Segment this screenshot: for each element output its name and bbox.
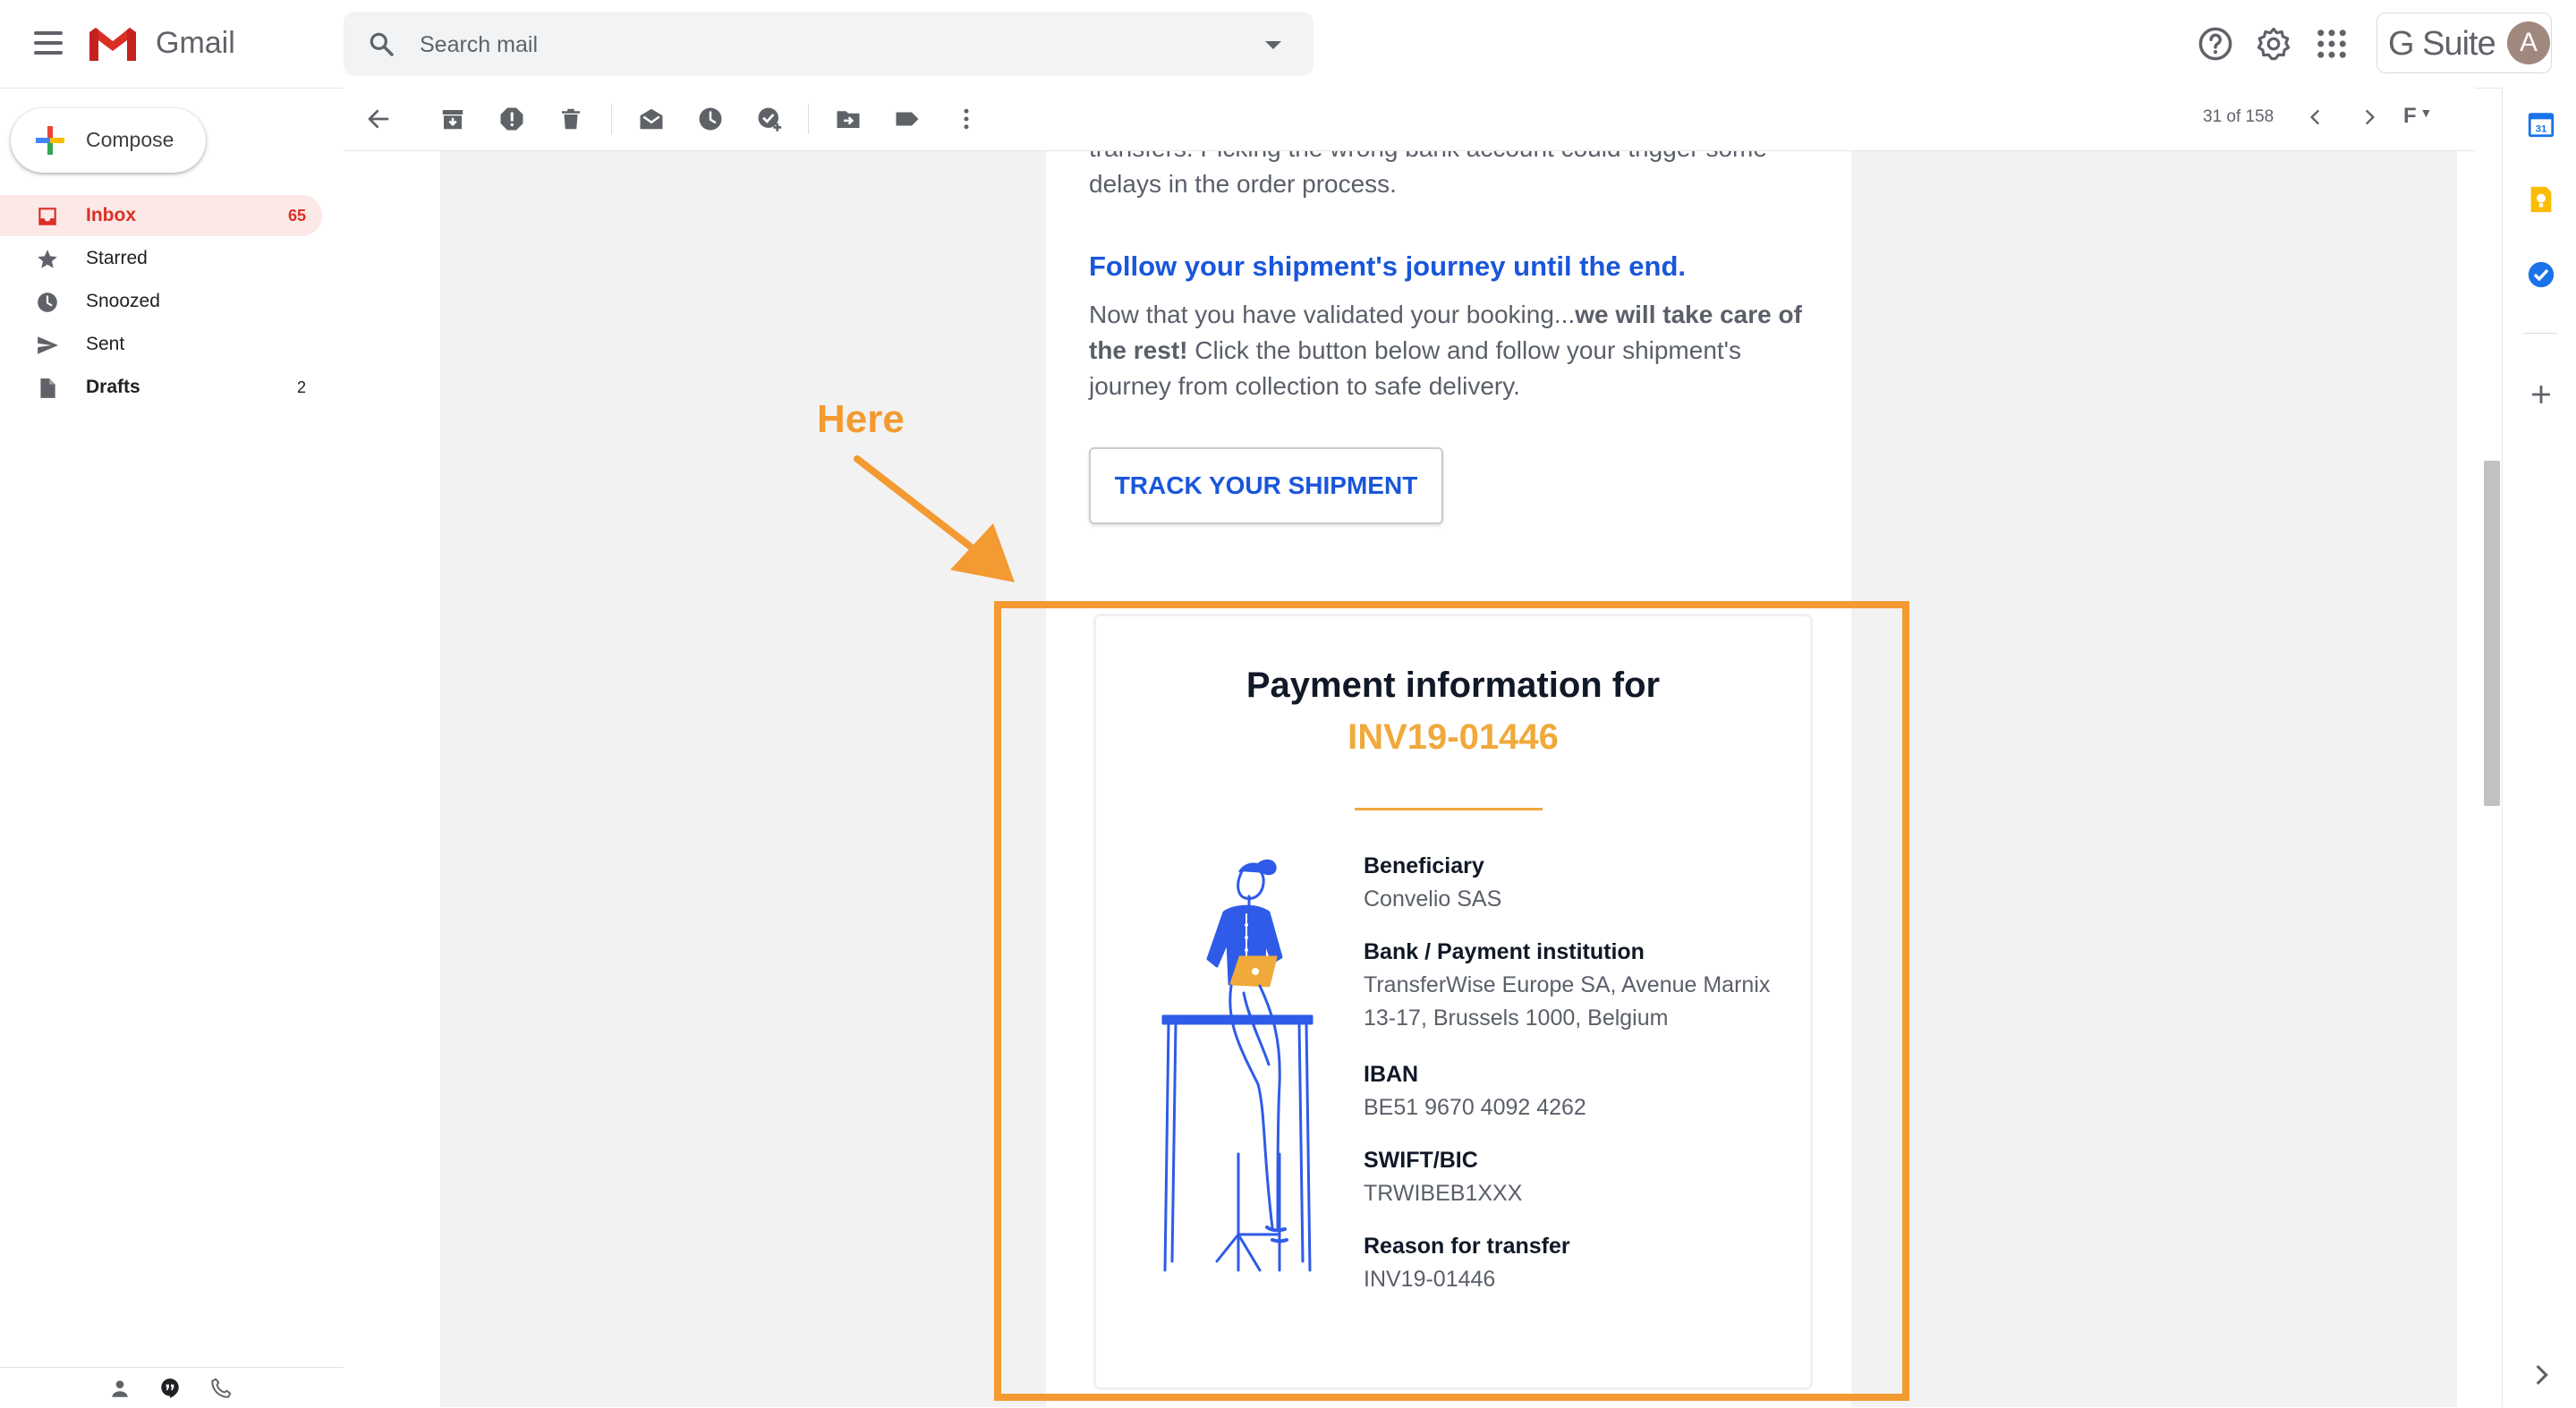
shipment-paragraph: Now that you have validated your booking… (1089, 297, 1814, 404)
track-shipment-button[interactable]: TRACK YOUR SHIPMENT (1089, 447, 1443, 524)
main-menu-icon[interactable] (30, 25, 66, 61)
calendar-day: 31 (2536, 124, 2547, 135)
mark-unread-icon[interactable] (638, 106, 665, 132)
sidebar-item-label: Sent (86, 334, 125, 354)
input-tools-button[interactable]: F ▼ (2403, 104, 2432, 129)
delete-icon[interactable] (557, 106, 584, 132)
annotation-highlight-box (994, 601, 1909, 1401)
label-icon[interactable] (894, 106, 921, 132)
account-avatar[interactable]: A (2507, 21, 2550, 64)
search-options-icon[interactable] (1265, 41, 1281, 49)
hangouts-bar (0, 1367, 344, 1408)
shipment-heading: Follow your shipment's journey until the… (1089, 250, 1687, 282)
input-tools-icon: F (2403, 104, 2417, 128)
contacts-person-icon[interactable] (108, 1377, 132, 1400)
toolbar-divider (611, 104, 612, 134)
archive-icon[interactable] (439, 106, 466, 132)
expand-panel-icon[interactable] (2526, 1360, 2556, 1390)
tasks-icon[interactable] (2526, 259, 2556, 290)
toolbar-icons: 31 of 158 F ▼ (344, 88, 2475, 150)
add-task-icon[interactable] (756, 106, 783, 132)
search-input[interactable]: Search mail (420, 32, 538, 58)
add-addon-icon[interactable] (2526, 379, 2556, 410)
pagination-count: 31 of 158 (2203, 107, 2274, 126)
sidebar-item-label: Inbox (86, 205, 136, 225)
report-spam-icon[interactable] (498, 106, 525, 132)
calendar-icon[interactable]: 31 (2526, 109, 2556, 140)
gsuite-label: G Suite (2388, 25, 2496, 63)
sidebar-item-sent[interactable]: Sent (0, 324, 322, 365)
sidebar-item-snoozed[interactable]: Snoozed (0, 281, 322, 322)
annotation-label: Here (817, 397, 905, 441)
settings-gear-icon[interactable] (2255, 25, 2292, 63)
snooze-icon[interactable] (697, 106, 724, 132)
phone-call-icon[interactable] (209, 1377, 233, 1400)
sidebar-item-label: Drafts (86, 377, 140, 397)
annotation-arrow (854, 455, 1015, 582)
paragraph-text: Now that you have validated your booking… (1089, 301, 1576, 328)
compose-button[interactable]: Compose (11, 108, 206, 173)
back-arrow-icon[interactable] (365, 106, 392, 132)
paragraph-text: Click the button below and follow your s… (1089, 336, 1742, 400)
sidebar-item-starred[interactable]: Starred (0, 238, 322, 279)
sidebar-item-drafts[interactable]: Drafts 2 (0, 367, 322, 408)
track-shipment-label: TRACK YOUR SHIPMENT (1114, 471, 1418, 499)
app-name: Gmail (156, 26, 235, 60)
sidebar-item-label: Starred (86, 248, 148, 268)
more-vertical-icon[interactable] (953, 106, 980, 132)
gmail-logo-icon[interactable] (86, 25, 140, 63)
help-icon[interactable] (2197, 25, 2234, 63)
move-to-icon[interactable] (835, 106, 862, 132)
unread-count: 65 (287, 207, 306, 225)
send-icon (38, 336, 58, 354)
hangouts-chat-icon[interactable] (158, 1377, 182, 1400)
sidebar-item-inbox[interactable]: Inbox 65 (0, 195, 322, 236)
intro-line-2: delays in the order process. (1089, 170, 1397, 198)
older-chevron-right-icon[interactable] (2358, 106, 2381, 129)
side-panel-divider (2523, 333, 2557, 334)
apps-grid-icon[interactable] (2313, 25, 2351, 63)
top-bar: Gmail Search mail G Suite A (0, 0, 2576, 89)
search-bar[interactable]: Search mail (344, 12, 1314, 76)
newer-chevron-left-icon[interactable] (2304, 106, 2327, 129)
star-icon (38, 250, 57, 268)
toolbar-divider (808, 104, 809, 134)
keep-icon[interactable] (2526, 184, 2556, 215)
search-icon[interactable] (367, 30, 395, 58)
drafts-count: 2 (296, 378, 306, 396)
compose-plus-icon (36, 126, 64, 155)
clock-icon (38, 293, 57, 312)
compose-label: Compose (86, 128, 174, 151)
sidebar-item-label: Snoozed (86, 291, 160, 311)
message-scrollbar[interactable] (2484, 461, 2500, 806)
draft-icon (40, 378, 55, 398)
inbox-icon (38, 208, 56, 225)
